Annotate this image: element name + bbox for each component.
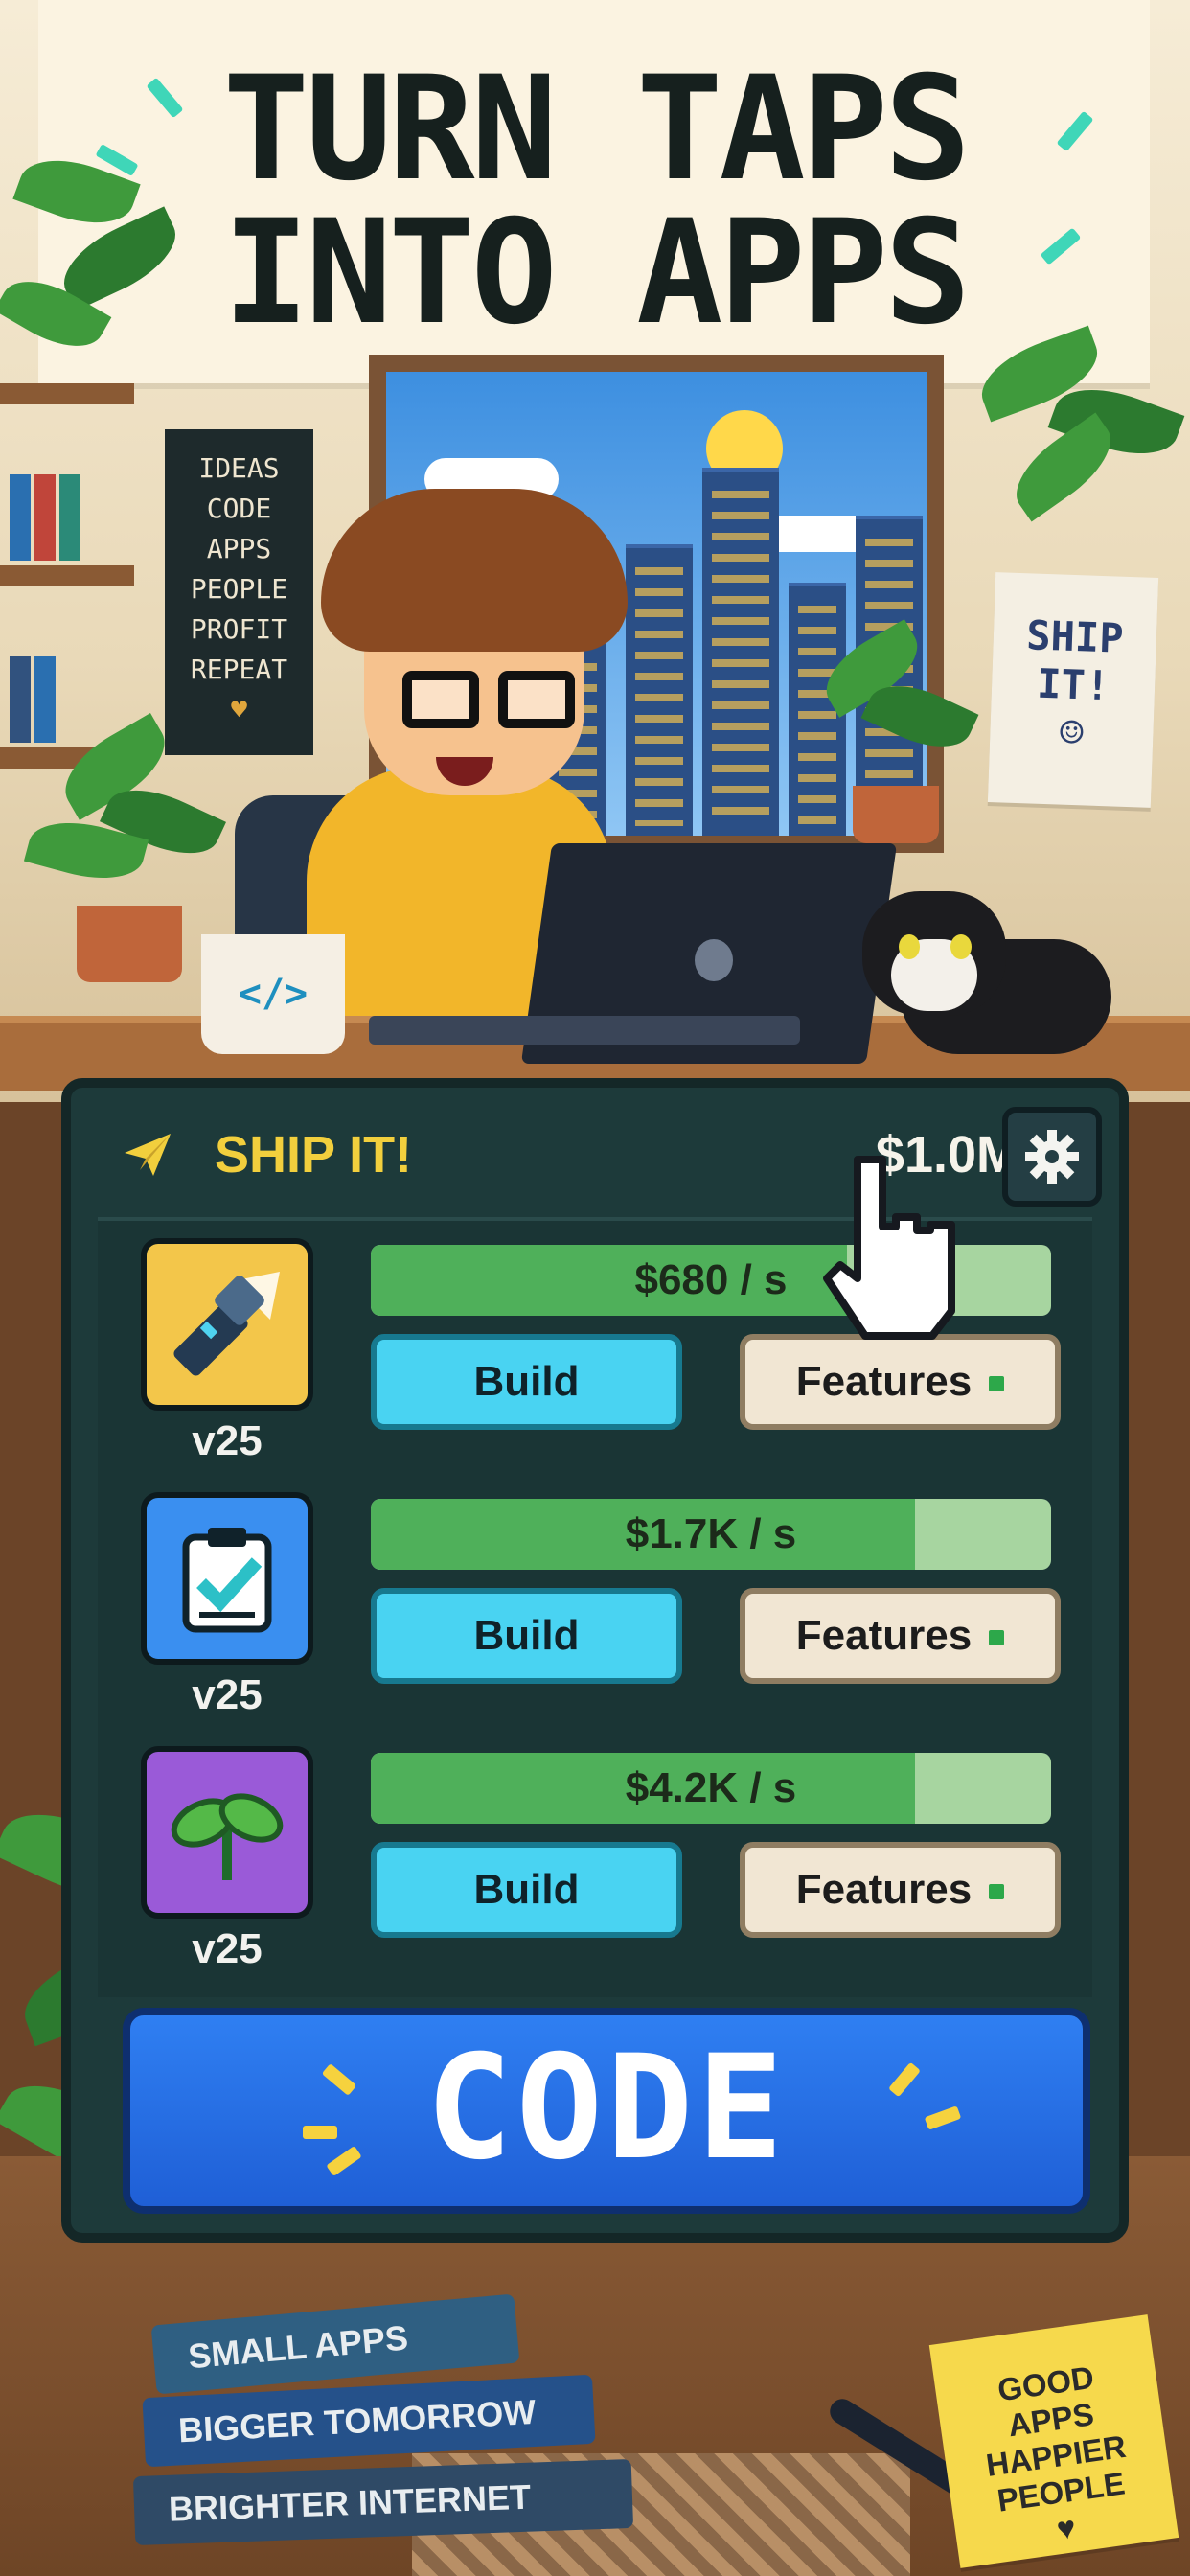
app-row: v25 $4.2K / s Build Features [98,1729,1092,1978]
features-button[interactable]: Features [740,1334,1061,1430]
glasses-icon [498,671,575,728]
app-icon[interactable] [141,1746,313,1919]
cat [862,882,1121,1064]
checklist-icon [182,1528,272,1633]
features-label: Features [795,1358,973,1405]
paper-plane-icon [125,1134,171,1176]
heart-icon: ♥ [231,694,247,725]
notification-dot-icon [989,1884,1005,1900]
note-line: IT! [1036,659,1110,710]
poster-line: IDEAS [198,452,280,484]
developer-hair [321,489,628,652]
sticky-note: GOOD APPS HAPPIER PEOPLE ♥ [928,2314,1179,2568]
laptop-logo-icon [695,939,733,981]
game-screen: TURN TAPS INTO APPS IDEAS CODE APPS PEOP… [0,0,1190,2576]
app-row: v25 $1.7K / s Build Features [98,1475,1092,1724]
laptop-base [369,1016,800,1045]
book [34,474,56,561]
income-rate: $1.7K / s [625,1510,797,1557]
hud-title: SHIP IT! [215,1126,413,1184]
plant-icon [0,144,192,393]
income-progress-bar: $1.7K / s [371,1499,1051,1570]
pointing-hand-cursor-icon [823,1156,955,1340]
flashlight-icon [173,1272,280,1376]
poster-line: CODE [206,493,272,524]
features-button[interactable]: Features [740,1842,1061,1938]
note-line: SHIP [1025,611,1125,662]
poster-line: APPS [206,533,272,564]
smiley-icon: ☺ [1058,708,1085,757]
features-button[interactable]: Features [740,1588,1061,1684]
gear-icon [1025,1130,1079,1184]
glasses-icon [402,671,479,728]
features-label: Features [795,1866,973,1913]
notification-dot-icon [989,1630,1005,1646]
poster-line: PEOPLE [190,573,288,605]
game-panel: SHIP IT! $1.0M v25 $680 / s Build Featur… [61,1078,1129,2242]
building [626,544,693,836]
settings-button[interactable] [1002,1107,1102,1207]
plant-icon [949,316,1190,565]
plant-icon [19,713,230,997]
book [10,474,31,561]
building [702,468,779,836]
notification-dot-icon [989,1376,1005,1392]
features-label: Features [795,1612,973,1659]
code-tap-button[interactable]: CODE [123,2008,1090,2214]
build-button[interactable]: Build [371,1842,682,1938]
app-version: v25 [192,1925,263,1972]
tap-burst-icon [303,2126,337,2139]
income-progress-bar: $4.2K / s [371,1753,1051,1824]
ideas-poster: IDEAS CODE APPS PEOPLE PROFIT REPEAT ♥ [165,429,313,755]
app-version: v25 [192,1671,263,1718]
build-button[interactable]: Build [371,1334,682,1430]
poster-line: REPEAT [190,654,288,685]
sprout-icon [171,1793,284,1880]
build-button[interactable]: Build [371,1588,682,1684]
app-icon[interactable] [141,1238,313,1411]
poster-line: PROFIT [190,613,288,645]
app-icon[interactable] [141,1492,313,1665]
app-version: v25 [192,1417,263,1464]
book [59,474,80,561]
ship-it-note: SHIP IT! ☺ [987,572,1159,808]
code-mug: </> [201,934,345,1054]
plant-icon [800,619,982,843]
income-rate: $4.2K / s [625,1764,797,1811]
shelf [0,565,134,586]
